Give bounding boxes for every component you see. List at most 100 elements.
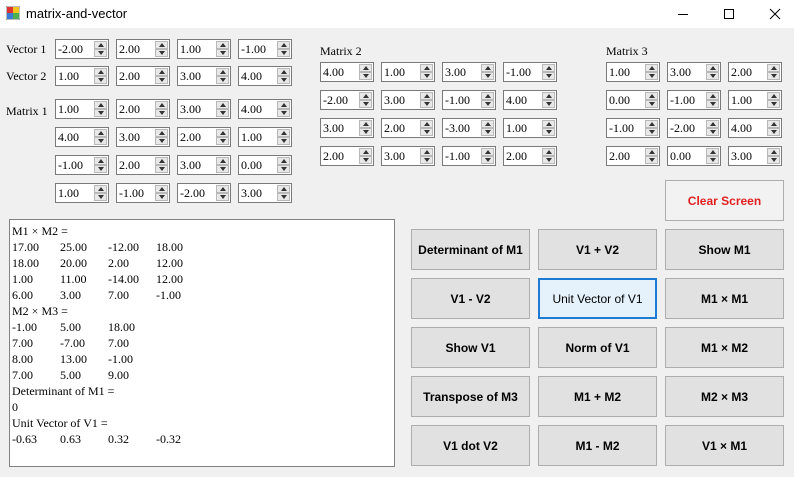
spin-down-icon[interactable] [359,100,372,108]
spin-up-icon[interactable] [542,148,555,156]
spin-up-icon[interactable] [216,41,229,49]
spin-value[interactable]: 3.00 [731,149,752,164]
spin-value[interactable]: 3.00 [180,102,201,117]
spin-down-icon[interactable] [542,128,555,136]
matrix3-cell[interactable]: 1.00 [606,62,660,82]
spin-down-icon[interactable] [155,165,168,173]
spin-value[interactable]: 4.00 [58,130,79,145]
spin-down-icon[interactable] [481,72,494,80]
spin-up-icon[interactable] [277,185,290,193]
spin-value[interactable]: 2.00 [731,65,752,80]
spin-down-icon[interactable] [767,100,780,108]
spin-down-icon[interactable] [277,137,290,145]
spin-up-icon[interactable] [542,64,555,72]
spin-down-icon[interactable] [420,100,433,108]
spin-down-icon[interactable] [767,72,780,80]
spin-down-icon[interactable] [481,128,494,136]
spin-up-icon[interactable] [277,68,290,76]
spin-up-icon[interactable] [420,120,433,128]
spin-up-icon[interactable] [359,148,372,156]
spin-up-icon[interactable] [420,64,433,72]
spin-up-icon[interactable] [542,92,555,100]
spin-up-icon[interactable] [767,120,780,128]
spin-up-icon[interactable] [94,101,107,109]
spin-down-icon[interactable] [359,72,372,80]
matrix2-cell[interactable]: 1.00 [381,62,435,82]
matrix3-cell[interactable]: -1.00 [667,90,721,110]
matrix2-cell[interactable]: 3.00 [442,62,496,82]
spin-up-icon[interactable] [216,129,229,137]
spin-down-icon[interactable] [481,100,494,108]
spin-down-icon[interactable] [767,128,780,136]
spin-down-icon[interactable] [481,156,494,164]
matrix2-cell[interactable]: 2.00 [320,146,374,166]
matrix1-cell[interactable]: 2.00 [177,127,231,147]
spin-up-icon[interactable] [481,120,494,128]
spin-value[interactable]: 3.00 [445,65,466,80]
matrix1-cell[interactable]: 0.00 [238,155,292,175]
spin-value[interactable]: 3.00 [180,158,201,173]
matrix3-cell[interactable]: -2.00 [667,118,721,138]
spin-up-icon[interactable] [216,68,229,76]
vector1-spinbox[interactable]: -2.00 [55,39,109,59]
spin-down-icon[interactable] [277,193,290,201]
spin-up-icon[interactable] [216,157,229,165]
spin-down-icon[interactable] [420,72,433,80]
spin-value[interactable]: 2.00 [384,121,405,136]
spin-down-icon[interactable] [706,128,719,136]
spin-down-icon[interactable] [216,76,229,84]
m2-times-m3-button[interactable]: M2 × M3 [665,376,784,417]
matrix3-cell[interactable]: 0.00 [667,146,721,166]
spin-down-icon[interactable] [277,109,290,117]
v1-times-m1-button[interactable]: V1 × M1 [665,425,784,466]
spin-value[interactable]: 2.00 [119,42,140,57]
spin-down-icon[interactable] [542,100,555,108]
spin-down-icon[interactable] [420,128,433,136]
vector1-spinbox[interactable]: 2.00 [116,39,170,59]
matrix2-cell[interactable]: -1.00 [442,146,496,166]
clear-screen-button[interactable]: Clear Screen [665,180,784,221]
spin-up-icon[interactable] [481,92,494,100]
spin-up-icon[interactable] [277,41,290,49]
matrix1-cell[interactable]: 3.00 [116,127,170,147]
spin-value[interactable]: -2.00 [180,186,205,201]
close-button[interactable] [752,0,794,28]
spin-value[interactable]: -1.00 [241,42,266,57]
spin-down-icon[interactable] [706,72,719,80]
spin-up-icon[interactable] [767,148,780,156]
spin-value[interactable]: -1.00 [609,121,634,136]
show-m1-button[interactable]: Show M1 [665,229,784,270]
spin-down-icon[interactable] [94,193,107,201]
spin-value[interactable]: -1.00 [119,186,144,201]
spin-up-icon[interactable] [155,101,168,109]
spin-up-icon[interactable] [359,92,372,100]
spin-down-icon[interactable] [645,128,658,136]
spin-up-icon[interactable] [706,64,719,72]
m1-minus-m2-button[interactable]: M1 - M2 [538,425,657,466]
vector2-spinbox[interactable]: 3.00 [177,66,231,86]
spin-value[interactable]: 2.00 [180,130,201,145]
spin-down-icon[interactable] [94,49,107,57]
spin-down-icon[interactable] [420,156,433,164]
spin-down-icon[interactable] [94,109,107,117]
spin-value[interactable]: 1.00 [241,130,262,145]
spin-value[interactable]: 1.00 [609,65,630,80]
spin-up-icon[interactable] [645,64,658,72]
spin-down-icon[interactable] [542,156,555,164]
v1-dot-v2-button[interactable]: V1 dot V2 [411,425,530,466]
m1-times-m1-button[interactable]: M1 × M1 [665,278,784,319]
spin-down-icon[interactable] [706,156,719,164]
spin-value[interactable]: -3.00 [445,121,470,136]
matrix3-cell[interactable]: 0.00 [606,90,660,110]
spin-value[interactable]: 3.00 [119,130,140,145]
matrix1-cell[interactable]: 1.00 [238,127,292,147]
spin-value[interactable]: -1.00 [445,149,470,164]
spin-value[interactable]: 4.00 [731,121,752,136]
matrix1-cell[interactable]: 4.00 [238,99,292,119]
spin-value[interactable]: -2.00 [670,121,695,136]
matrix3-cell[interactable]: 2.00 [606,146,660,166]
unit-vector-v1-button[interactable]: Unit Vector of V1 [538,278,657,319]
spin-value[interactable]: 2.00 [609,149,630,164]
spin-up-icon[interactable] [645,148,658,156]
vector2-spinbox[interactable]: 2.00 [116,66,170,86]
